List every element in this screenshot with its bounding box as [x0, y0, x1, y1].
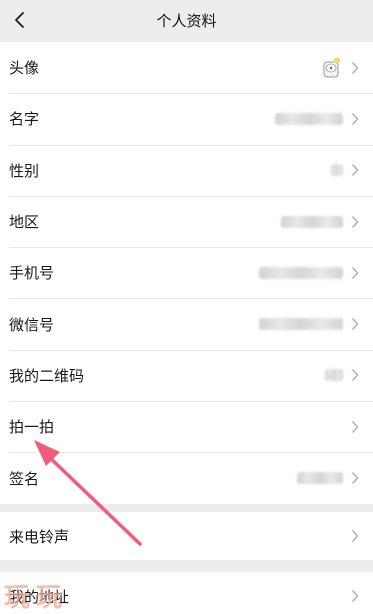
page-title: 个人资料 [156, 11, 217, 30]
row-label: 手机号 [9, 264, 55, 283]
profile-info-list: 头像 名字 性别 地区 手机号 微信号 我的二维码 拍一拍 签名 [0, 42, 373, 504]
chevron-right-icon [351, 368, 361, 382]
row-avatar[interactable]: 头像 [0, 42, 373, 93]
chevron-right-icon [351, 471, 361, 485]
row-qr-code[interactable]: 我的二维码 [0, 349, 373, 401]
row-region[interactable]: 地区 [0, 195, 373, 247]
top-nav-bar: 个人资料 [0, 0, 373, 40]
row-label: 来电铃声 [9, 527, 70, 546]
avatar [323, 57, 340, 78]
back-button[interactable] [8, 8, 32, 32]
row-label: 我的二维码 [9, 366, 85, 385]
row-phone[interactable]: 手机号 [0, 247, 373, 298]
row-value [331, 164, 343, 177]
row-label: 拍一拍 [9, 418, 55, 437]
chevron-right-icon [351, 215, 361, 229]
row-label: 头像 [9, 59, 40, 78]
row-label: 签名 [9, 469, 40, 488]
chevron-right-icon [351, 61, 361, 75]
row-value [281, 215, 343, 228]
chevron-right-icon [351, 420, 361, 434]
row-label: 微信号 [9, 315, 55, 334]
chevron-right-icon [351, 266, 361, 280]
chevron-left-icon [15, 12, 24, 28]
row-value [297, 472, 343, 485]
row-signature[interactable]: 签名 [0, 452, 373, 503]
row-value [259, 318, 343, 331]
chevron-right-icon [351, 589, 361, 603]
row-value [275, 112, 343, 125]
row-value [321, 57, 343, 79]
row-pat-pat[interactable]: 拍一拍 [0, 401, 373, 452]
row-label: 名字 [9, 110, 40, 129]
row-label: 我的地址 [9, 587, 70, 606]
row-value [259, 266, 343, 279]
row-my-address[interactable]: 我的地址 [0, 572, 373, 614]
row-ringtone[interactable]: 来电铃声 [0, 512, 373, 560]
row-wechat-id[interactable]: 微信号 [0, 298, 373, 349]
address-group: 我的地址 [0, 572, 373, 614]
row-label: 性别 [9, 161, 40, 180]
chevron-right-icon [351, 163, 361, 177]
row-label: 地区 [9, 213, 40, 232]
row-name[interactable]: 名字 [0, 93, 373, 144]
chevron-right-icon [351, 317, 361, 331]
ringtone-group: 来电铃声 [0, 512, 373, 560]
chevron-right-icon [351, 529, 361, 543]
row-value [325, 369, 343, 382]
row-gender[interactable]: 性别 [0, 144, 373, 196]
chevron-right-icon [351, 112, 361, 126]
